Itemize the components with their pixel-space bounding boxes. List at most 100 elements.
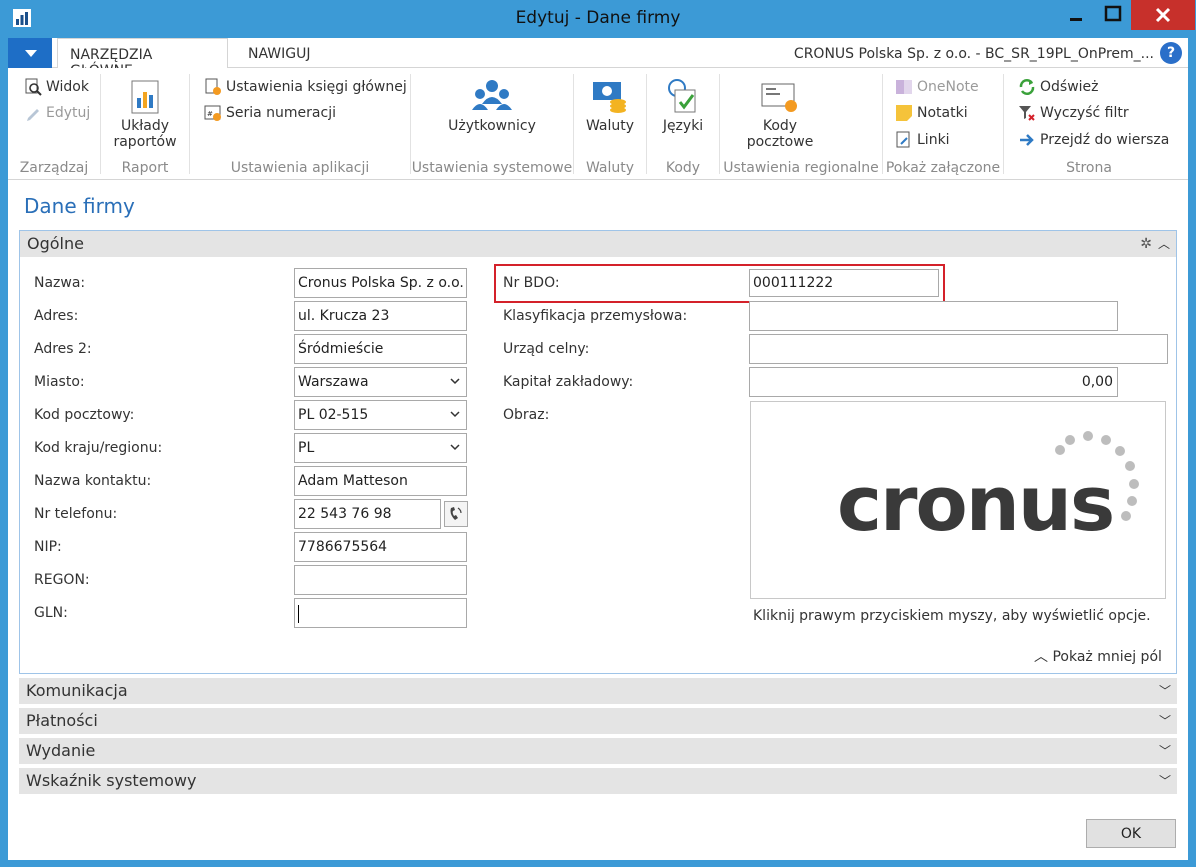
ribbon-group-label: Ustawienia aplikacji xyxy=(230,160,370,176)
page-title: Dane firmy xyxy=(24,194,135,218)
ribbon-group-label: Ustawienia regionalne xyxy=(723,160,879,176)
minimize-icon[interactable] xyxy=(1061,0,1091,30)
report-layouts-button[interactable]: Układy raportów xyxy=(109,80,181,150)
chevron-down-icon xyxy=(450,378,460,385)
phone-icon xyxy=(450,507,462,520)
clear-filter-label: Wyczyść filtr xyxy=(1040,105,1129,121)
clear-filter-button[interactable]: Wyczyść filtr xyxy=(1018,102,1129,124)
phone-field[interactable]: 22 543 76 98 xyxy=(294,499,441,529)
application-menu-button[interactable] xyxy=(8,38,52,68)
no-series-button[interactable]: # Seria numeracji xyxy=(204,102,336,124)
nip-field[interactable]: 7786675564 xyxy=(294,532,467,562)
currencies-button[interactable]: Waluty xyxy=(580,78,640,134)
show-less-link[interactable]: ︿ Pokaż mniej pól xyxy=(1034,646,1162,666)
links-label: Linki xyxy=(917,132,950,148)
phone-call-button[interactable] xyxy=(444,501,468,527)
regon-field[interactable] xyxy=(294,565,467,595)
gear-icon[interactable]: ✲ xyxy=(1140,236,1152,252)
picture-hint: Kliknij prawym przyciskiem myszy, aby wy… xyxy=(753,608,1151,624)
industry-classification-label: Klasyfikacja przemysłowa: xyxy=(503,308,688,324)
ribbon-group-label: Pokaż załączone xyxy=(885,160,1001,176)
languages-button[interactable]: Języki xyxy=(653,78,713,134)
chevron-down-icon: ﹀ xyxy=(1158,744,1171,758)
chevron-down-icon: ﹀ xyxy=(1158,684,1171,698)
edit-button[interactable]: Edytuj xyxy=(24,102,90,124)
post-codes-label: Kody pocztowe xyxy=(746,118,814,150)
onenote-label: OneNote xyxy=(917,79,979,95)
country-dropdown[interactable]: PL xyxy=(294,433,467,463)
users-label: Użytkownicy xyxy=(448,118,536,134)
share-capital-field[interactable]: 0,00 xyxy=(749,367,1118,397)
links-button[interactable]: Linki xyxy=(895,129,950,151)
ribbon-group-manage: Widok Edytuj Zarządzaj xyxy=(8,68,100,180)
chevron-up-icon[interactable]: ︿ xyxy=(1158,235,1170,252)
ribbon-group-label: Raport xyxy=(121,160,169,176)
maximize-icon[interactable] xyxy=(1095,0,1130,30)
share-capital-label: Kapitał zakładowy: xyxy=(503,374,634,390)
refresh-icon xyxy=(1019,79,1035,95)
contact-name-field[interactable]: Adam Matteson xyxy=(294,466,467,496)
cronus-logo: cronus xyxy=(837,431,1139,548)
industry-classification-field[interactable] xyxy=(749,301,1118,331)
onenote-button[interactable]: OneNote xyxy=(895,76,979,98)
customs-office-label: Urząd celny: xyxy=(503,341,590,357)
report-layout-icon xyxy=(131,80,159,114)
goto-row-label: Przejdź do wiersza xyxy=(1040,132,1170,148)
ribbon-tab-row: NARZĘDZIA GŁÓWNE NAWIGUJ CRONUS Polska S… xyxy=(8,38,1188,79)
gl-setup-label: Ustawienia księgi głównej xyxy=(226,79,407,95)
company-picture[interactable]: cronus xyxy=(750,401,1166,599)
currency-icon xyxy=(593,82,626,113)
tab-home[interactable]: NARZĘDZIA GŁÓWNE xyxy=(57,38,228,79)
bdo-label: Nr BDO: xyxy=(503,275,560,291)
address-field[interactable]: ul. Krucza 23 xyxy=(294,301,467,331)
gln-field[interactable] xyxy=(294,598,467,628)
ribbon-group-regional: Kody pocztowe Ustawienia regionalne xyxy=(720,68,882,180)
gl-setup-button[interactable]: Ustawienia księgi głównej xyxy=(204,76,407,98)
help-icon[interactable]: ? xyxy=(1160,42,1182,64)
goto-row-button[interactable]: Przejdź do wiersza xyxy=(1018,129,1169,151)
users-button[interactable]: Użytkownicy xyxy=(421,78,563,134)
nip-label: NIP: xyxy=(34,539,62,555)
text-cursor xyxy=(298,605,299,623)
ribbon-group-attachments: OneNote Notatki Linki Pokaż załączone xyxy=(883,68,1003,180)
chevron-down-icon: ﹀ xyxy=(1158,774,1171,788)
post-codes-icon xyxy=(761,83,797,112)
picture-label: Obraz: xyxy=(503,407,550,423)
pencil-icon xyxy=(27,109,39,121)
refresh-button[interactable]: Odśwież xyxy=(1018,76,1099,98)
gl-setup-icon xyxy=(205,78,221,95)
address2-field[interactable]: Śródmieście xyxy=(294,334,467,364)
edit-label: Edytuj xyxy=(46,105,91,121)
customs-office-field[interactable] xyxy=(749,334,1168,364)
communication-fasttab[interactable]: Komunikacja ﹀ xyxy=(19,678,1177,706)
ribbon-group-label: Zarządzaj xyxy=(19,160,89,176)
bdo-field[interactable]: 000111222 xyxy=(749,269,939,297)
ribbon-group-codes: Języki Kody xyxy=(647,68,719,180)
notes-icon xyxy=(896,105,912,121)
shipping-fasttab[interactable]: Wydanie ﹀ xyxy=(19,738,1177,766)
post-codes-button[interactable]: Kody pocztowe xyxy=(740,80,820,150)
payments-fasttab[interactable]: Płatności ﹀ xyxy=(19,708,1177,736)
system-indicator-fasttab[interactable]: Wskaźnik systemowy ﹀ xyxy=(19,768,1177,796)
ribbon-group-app-settings: Ustawienia księgi głównej # Seria numera… xyxy=(190,68,410,180)
title-bar: Edytuj - Dane firmy xyxy=(0,0,1196,38)
close-icon[interactable] xyxy=(1131,0,1195,30)
window-title: Edytuj - Dane firmy xyxy=(515,8,681,28)
ribbon: Widok Edytuj Zarządzaj Układy raportów R… xyxy=(8,68,1188,180)
ok-button[interactable]: OK xyxy=(1086,819,1176,848)
view-button[interactable]: Widok xyxy=(24,76,89,98)
tab-navigate[interactable]: NAWIGUJ xyxy=(236,38,322,69)
ribbon-group-report: Układy raportów Raport xyxy=(101,68,189,180)
post-code-dropdown[interactable]: PL 02-515 xyxy=(294,400,467,430)
chevron-down-icon: ﹀ xyxy=(1158,714,1171,728)
post-code-value: PL 02-515 xyxy=(298,407,369,423)
city-dropdown[interactable]: Warszawa xyxy=(294,367,467,397)
ribbon-group-label: Strona xyxy=(1066,160,1112,176)
regon-label: REGON: xyxy=(34,572,90,588)
country-label: Kod kraju/regionu: xyxy=(34,440,163,456)
notes-button[interactable]: Notatki xyxy=(895,102,968,124)
refresh-label: Odśwież xyxy=(1040,79,1099,95)
general-fasttab-header[interactable]: Ogólne ✲ ︿ xyxy=(20,231,1176,257)
phone-label: Nr telefonu: xyxy=(34,506,118,522)
name-field[interactable]: Cronus Polska Sp. z o.o. xyxy=(294,268,467,298)
